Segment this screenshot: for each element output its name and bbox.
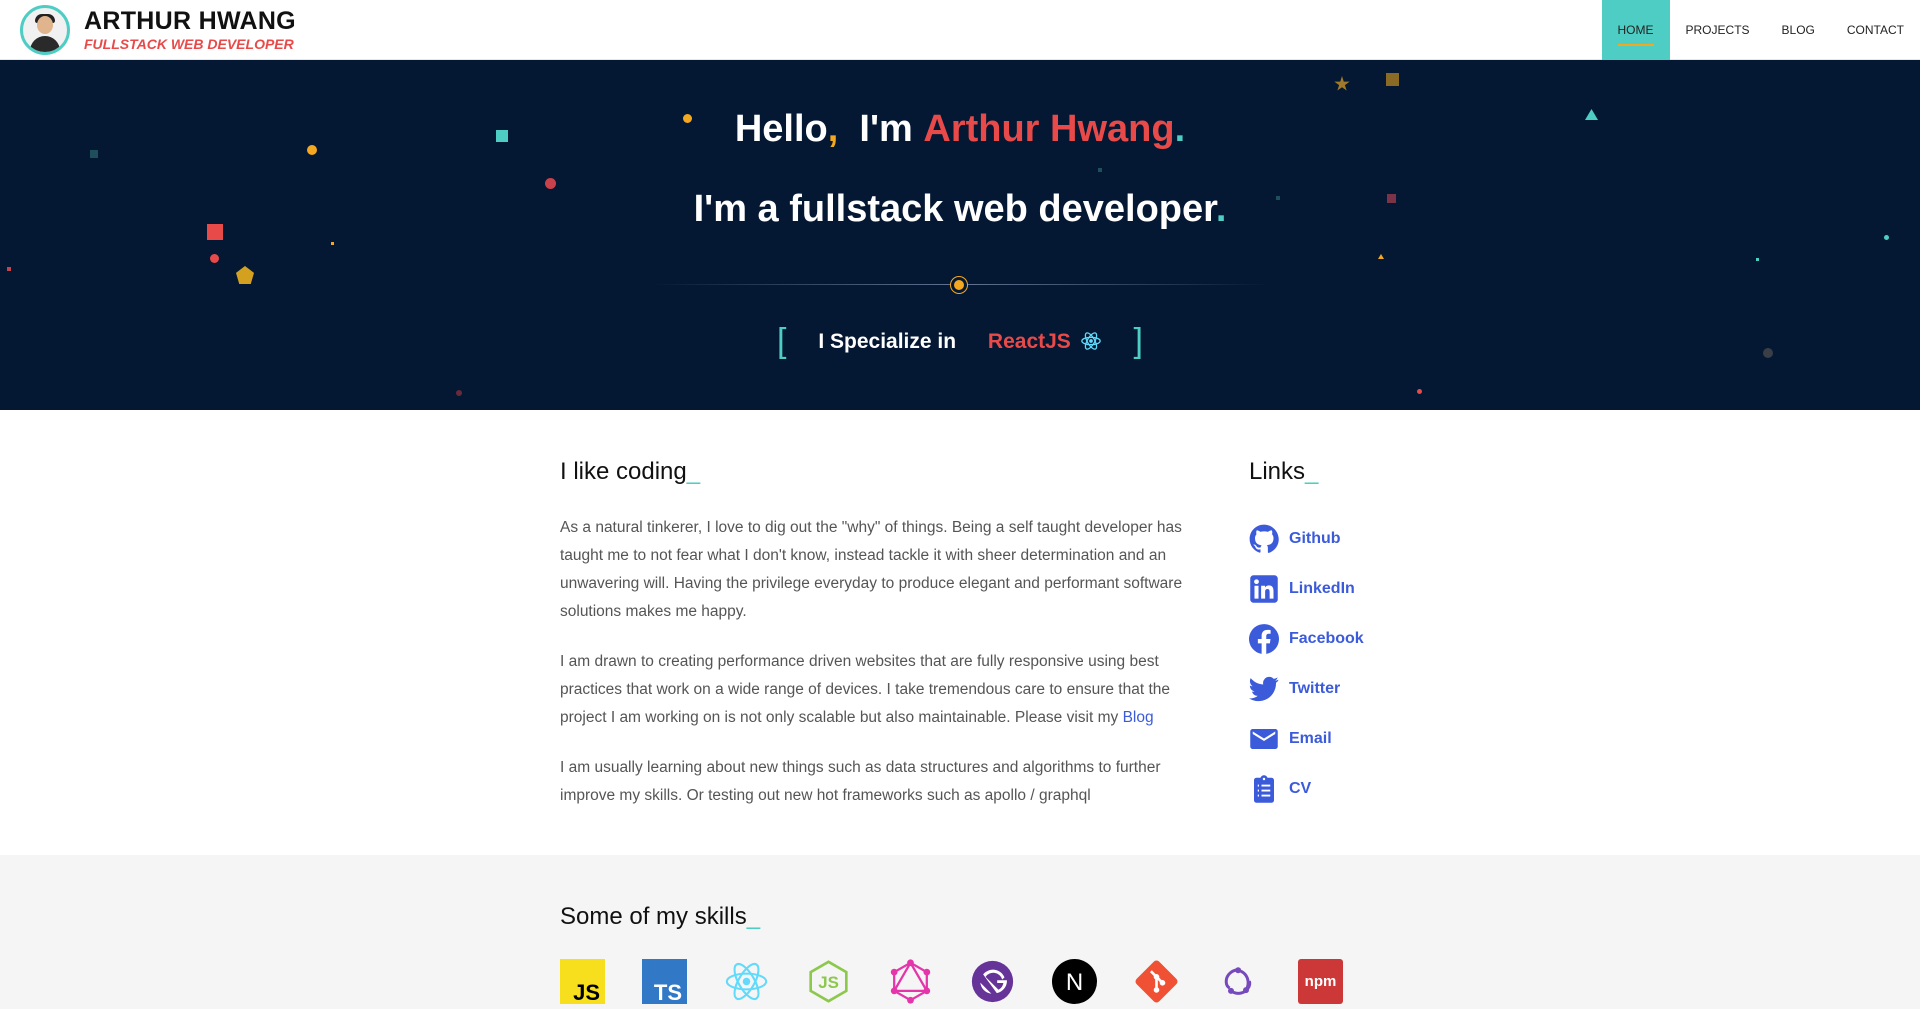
skill-item <box>888 959 933 1004</box>
svg-text:npm: npm <box>1305 973 1337 990</box>
about-title: I like coding_ <box>560 458 701 485</box>
typescript-icon: TS <box>642 959 687 1004</box>
skill-item: npm <box>1298 959 1343 1004</box>
hero-divider-dot <box>951 277 967 293</box>
nextjs-icon: N <box>1052 959 1097 1004</box>
link-cv[interactable]: CV <box>1249 764 1499 814</box>
skill-item: JS <box>806 959 851 1004</box>
about-content: I like coding_ As a natural tinkerer, I … <box>560 458 1190 810</box>
confetti-decoration <box>1756 258 1759 261</box>
about-paragraph: I am usually learning about new things s… <box>560 759 1161 804</box>
confetti-decoration <box>456 390 462 396</box>
react-icon <box>1080 331 1101 350</box>
about-paragraph: I am drawn to creating performance drive… <box>560 653 1171 726</box>
twitter-icon <box>1249 676 1279 702</box>
git-icon <box>1135 960 1178 1003</box>
svg-text:JS: JS <box>573 980 600 1004</box>
nav-contact[interactable]: CONTACT <box>1831 0 1920 60</box>
hero-name: Arthur Hwang <box>923 108 1175 150</box>
gatsby-icon <box>971 960 1014 1003</box>
skill-item <box>1134 959 1179 1004</box>
clipboard-icon <box>1254 775 1274 803</box>
link-twitter[interactable]: Twitter <box>1249 664 1499 714</box>
nodejs-icon: JS <box>809 960 848 1003</box>
skill-item: JS <box>560 959 605 1004</box>
confetti-decoration <box>236 266 254 284</box>
confetti-decoration <box>1334 76 1350 91</box>
link-facebook[interactable]: Facebook <box>1249 614 1499 664</box>
link-github[interactable]: Github <box>1249 514 1499 564</box>
link-label: Facebook <box>1289 630 1364 647</box>
confetti-decoration <box>1884 235 1889 240</box>
link-label: Email <box>1289 730 1332 747</box>
svg-text:JS: JS <box>818 973 839 992</box>
specialize-text: I Specialize in <box>818 329 957 353</box>
skill-item: TS <box>642 959 687 1004</box>
link-email[interactable]: Email <box>1249 714 1499 764</box>
email-icon <box>1250 729 1278 749</box>
linkedin-icon <box>1250 575 1278 603</box>
confetti-decoration <box>210 254 219 263</box>
javascript-icon: JS <box>560 959 605 1004</box>
hero-greeting: Hello, I'm Arthur Hwang. <box>734 108 1186 150</box>
github-icon <box>1249 524 1279 553</box>
confetti-decoration <box>1378 254 1384 259</box>
link-label: Twitter <box>1289 680 1341 697</box>
specialize-line: [ I Specialize in ReactJS ] <box>777 322 1143 360</box>
link-label: CV <box>1289 780 1312 797</box>
graphql-icon <box>890 959 931 1004</box>
facebook-icon <box>1249 624 1279 654</box>
svg-text:TS: TS <box>654 980 682 1004</box>
about-paragraph: As a natural tinkerer, I love to dig out… <box>560 519 1183 620</box>
links-title: Links_ <box>1249 458 1319 485</box>
specialize-tech: ReactJS <box>987 329 1071 353</box>
react-icon <box>725 962 768 1001</box>
skills-title: Some of my skills_ <box>560 903 761 930</box>
blog-link[interactable]: Blog <box>1123 709 1154 726</box>
links-panel: Links_ Github LinkedIn Facebook Twitter … <box>1249 458 1499 814</box>
confetti-decoration <box>1386 73 1399 86</box>
confetti-decoration <box>1417 389 1422 394</box>
brand-name: ARTHUR HWANG <box>84 7 296 35</box>
skills-section: Some of my skills_ JS TS JS N npm <box>0 855 1920 1009</box>
confetti-decoration <box>1098 168 1102 172</box>
nav-blog[interactable]: BLOG <box>1766 0 1831 60</box>
brand-role: FULLSTACK WEB DEVELOPER <box>84 36 294 52</box>
brand-logo[interactable]: ARTHUR HWANG FULLSTACK WEB DEVELOPER <box>20 5 296 55</box>
skill-item <box>1216 959 1261 1004</box>
link-label: LinkedIn <box>1289 580 1355 597</box>
redux-icon <box>1224 967 1252 995</box>
skills-list: JS TS JS N npm <box>560 959 1380 1004</box>
confetti-decoration <box>331 242 334 245</box>
skill-item <box>724 959 769 1004</box>
link-linkedin[interactable]: LinkedIn <box>1249 564 1499 614</box>
nav-home[interactable]: HOME <box>1601 0 1670 60</box>
hero-tagline: I'm a fullstack web developer. <box>693 188 1227 230</box>
skill-item <box>970 959 1015 1004</box>
about-section: I like coding_ As a natural tinkerer, I … <box>0 410 1920 855</box>
confetti-decoration <box>7 267 11 271</box>
confetti-decoration <box>90 150 98 158</box>
avatar <box>20 5 70 55</box>
npm-icon: npm <box>1298 959 1343 1004</box>
nav-projects[interactable]: PROJECTS <box>1670 0 1766 60</box>
main-nav: HOME PROJECTS BLOG CONTACT <box>1601 0 1920 60</box>
hero-section: Hello, I'm Arthur Hwang. I'm a fullstack… <box>0 60 1920 410</box>
top-navbar: ARTHUR HWANG FULLSTACK WEB DEVELOPER HOM… <box>0 0 1920 60</box>
skill-item: N <box>1052 959 1097 1004</box>
svg-text:N: N <box>1066 969 1083 996</box>
link-label: Github <box>1289 530 1341 547</box>
